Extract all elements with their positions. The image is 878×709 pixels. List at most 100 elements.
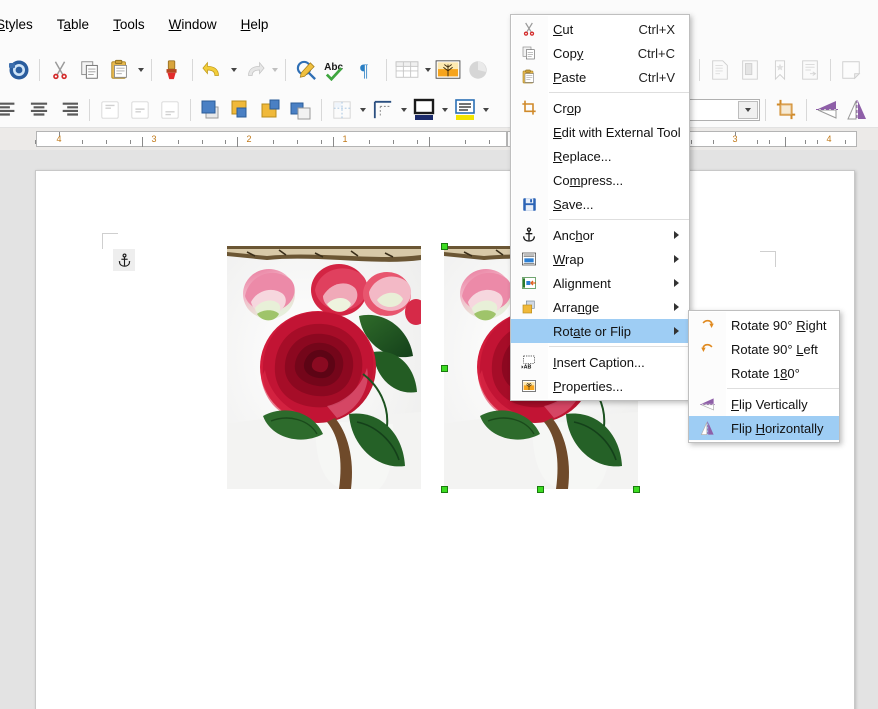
export-pdf-icon[interactable] (4, 55, 34, 85)
selection-handle-se[interactable] (633, 486, 640, 493)
insert-field-icon (735, 55, 765, 85)
border-style-dropdown-caret[interactable] (398, 96, 409, 124)
ruler-label: 4 (826, 134, 831, 144)
selection-handle-nw[interactable] (441, 243, 448, 250)
save-icon (511, 192, 547, 216)
selection-handle-sw[interactable] (441, 486, 448, 493)
context-menu-item-copy[interactable]: Copy Ctrl+C (511, 41, 689, 65)
toolbar-separator (386, 59, 387, 81)
context-menu-label: Wrap (547, 252, 689, 267)
menu-separator (549, 346, 689, 347)
ruler-page-region[interactable]: 4 3 2 1 (36, 131, 507, 147)
context-menu-label: Arrange (547, 300, 689, 315)
insert-caption-icon: AB (511, 350, 547, 374)
context-menu-label: Rotate or Flip (547, 324, 689, 339)
toolbar-separator (192, 59, 193, 81)
align-left-icon[interactable] (0, 95, 24, 125)
undo-dropdown-caret[interactable] (228, 56, 239, 84)
horizontal-ruler[interactable]: 4 3 2 1 (0, 128, 878, 150)
context-menu-label: Insert Caption... (547, 355, 689, 370)
formatting-marks-icon[interactable]: ¶ (351, 55, 381, 85)
bring-to-front-icon[interactable] (196, 95, 226, 125)
paste-icon[interactable] (105, 55, 135, 85)
context-menu-item-compress[interactable]: Compress... (511, 168, 689, 192)
context-menu-item-edit-with-external-tool[interactable]: Edit with External Tool (511, 120, 689, 144)
border-color-dropdown-caret[interactable] (439, 96, 450, 124)
context-menu-item-save[interactable]: Save... (511, 192, 689, 216)
toolbar-separator (806, 99, 807, 121)
area-style-icon[interactable] (450, 95, 480, 125)
ruler-label: 2 (246, 134, 251, 144)
context-menu-item-insert-caption[interactable]: AB Insert Caption... (511, 350, 689, 374)
context-menu-label: Compress... (547, 173, 689, 188)
ruler-label: 1 (342, 134, 347, 144)
menu-window[interactable]: Window (159, 14, 227, 35)
paste-dropdown-caret[interactable] (135, 56, 146, 84)
context-menu-item-arrange[interactable]: Arrange (511, 295, 689, 319)
undo-icon[interactable] (198, 55, 228, 85)
no-icon (689, 361, 725, 385)
bring-forward-icon[interactable] (226, 95, 256, 125)
insert-image-icon[interactable] (433, 55, 463, 85)
copy-icon (511, 41, 547, 65)
submenu-label: Flip Horizontally (725, 421, 839, 436)
border-style-icon[interactable] (368, 95, 398, 125)
menu-separator (549, 92, 689, 93)
context-menu-label: Crop (547, 101, 689, 116)
image-context-menu[interactable]: Cut Ctrl+X Copy Ctrl+C (510, 14, 690, 401)
context-menu-item-crop[interactable]: Crop (511, 96, 689, 120)
context-menu-item-paste[interactable]: Paste Ctrl+V (511, 65, 689, 89)
flip-vertically-icon[interactable] (812, 95, 842, 125)
menu-help[interactable]: Help (231, 14, 279, 35)
submenu-item-flip-vertically[interactable]: Flip Vertically (689, 392, 839, 416)
rose-image-left[interactable] (227, 246, 421, 489)
cut-icon (511, 17, 547, 41)
libreoffice-writer-window: Styles Table Tools Window Help (0, 0, 878, 709)
submenu-item-rotate-90-left[interactable]: Rotate 90° Left (689, 337, 839, 361)
context-menu-label: Cut (547, 22, 621, 37)
context-menu-item-anchor[interactable]: Anchor (511, 223, 689, 247)
border-color-icon[interactable] (409, 95, 439, 125)
context-menu-item-rotate-or-flip[interactable]: Rotate or Flip (511, 319, 689, 343)
text-boundary-corner (760, 251, 776, 267)
cut-icon[interactable] (45, 55, 75, 85)
redo-dropdown-caret (269, 56, 280, 84)
spelling-icon[interactable]: Abc (321, 55, 351, 85)
menu-tools[interactable]: Tools (103, 14, 155, 35)
submenu-item-rotate-180[interactable]: Rotate 180° (689, 361, 839, 385)
crop-icon[interactable] (771, 95, 801, 125)
menu-table[interactable]: Table (47, 14, 99, 35)
context-menu-item-properties[interactable]: Properties... (511, 374, 689, 398)
align-right-icon[interactable] (54, 95, 84, 125)
selection-handle-s[interactable] (537, 486, 544, 493)
submenu-item-rotate-90-right[interactable]: Rotate 90° Right (689, 313, 839, 337)
context-menu-shortcut: Ctrl+X (621, 22, 689, 37)
find-and-replace-icon[interactable] (291, 55, 321, 85)
send-to-back-icon[interactable] (286, 95, 316, 125)
area-style-dropdown-caret[interactable] (480, 96, 491, 124)
context-menu-item-cut[interactable]: Cut Ctrl+X (511, 17, 689, 41)
rotate-right-icon (689, 313, 725, 337)
chevron-down-icon[interactable] (738, 101, 758, 119)
rotate-or-flip-submenu[interactable]: Rotate 90° Right Rotate 90° Left Rotate … (688, 310, 840, 443)
context-menu-item-replace[interactable]: Replace... (511, 144, 689, 168)
context-menu-item-alignment[interactable]: Alignment (511, 271, 689, 295)
submenu-item-flip-horizontally[interactable]: Flip Horizontally (689, 416, 839, 440)
flip-horizontally-icon[interactable] (842, 95, 872, 125)
context-menu-label: Save... (547, 197, 689, 212)
no-icon (511, 144, 547, 168)
menu-styles[interactable]: Styles (0, 14, 43, 35)
submenu-arrow-icon (674, 279, 679, 287)
context-menu-label: Edit with External Tool (547, 125, 689, 140)
anchor-menu-icon (327, 95, 357, 125)
clone-formatting-icon[interactable] (157, 55, 187, 85)
selection-handle-w[interactable] (441, 365, 448, 372)
ruler-page-region-right[interactable]: 3 4 (686, 131, 857, 147)
send-backward-icon[interactable] (256, 95, 286, 125)
flip-horizontally-icon (689, 416, 725, 440)
align-center-icon[interactable] (24, 95, 54, 125)
copy-icon[interactable] (75, 55, 105, 85)
context-menu-item-wrap[interactable]: Wrap (511, 247, 689, 271)
toolbar-separator (699, 59, 700, 81)
context-menu-label: Copy (547, 46, 620, 61)
